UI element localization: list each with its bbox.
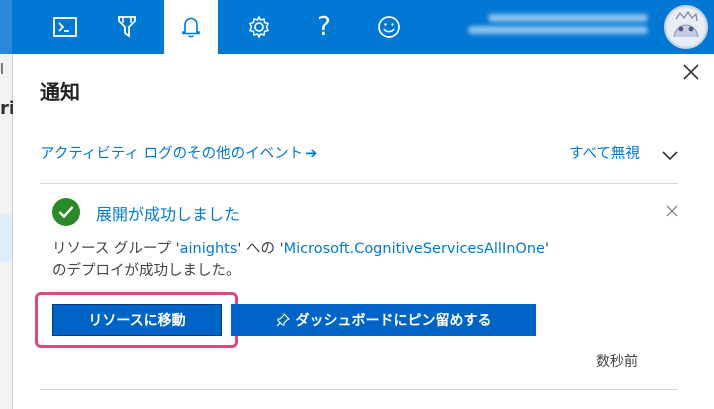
dismiss-notification-button[interactable] [666, 202, 678, 221]
feedback-button[interactable] [362, 0, 416, 54]
dismiss-all-button[interactable]: すべて無視 [569, 142, 640, 163]
background-heading: ri [0, 98, 16, 119]
go-to-resource-button[interactable]: リソースに移動 [52, 304, 222, 336]
background-text: l [0, 62, 4, 78]
background-page: l ri [0, 54, 16, 409]
arrow-right-icon: ➔ [305, 146, 318, 162]
top-bar: ? [0, 0, 714, 54]
chevron-down-icon [662, 151, 678, 161]
directory-filter-icon [118, 16, 136, 38]
expand-toggle[interactable] [662, 146, 678, 165]
bell-icon [182, 17, 200, 38]
close-panel-button[interactable] [679, 60, 703, 84]
notifications-button[interactable] [164, 0, 218, 54]
pin-icon [276, 313, 290, 327]
cloud-shell-icon [53, 17, 77, 37]
service-link[interactable]: Microsoft.CognitiveServicesAllInOne [284, 241, 545, 257]
divider [40, 389, 678, 390]
notification-item: 展開が成功しました リソース グループ 'ainights' への 'Micro… [40, 184, 678, 390]
pin-to-dashboard-label: ダッシュボードにピン留めする [295, 313, 492, 329]
message-prefix: リソース グループ ' [52, 241, 180, 257]
panel-title: 通知 [40, 80, 80, 104]
timestamp: 数秒前 [596, 354, 638, 370]
directory-filter-button[interactable] [100, 0, 154, 54]
success-badge [52, 198, 80, 226]
account-info[interactable] [468, 10, 648, 38]
help-icon: ? [317, 12, 331, 42]
activity-log-link[interactable]: アクティビティ ログのその他のイベント ➔ [40, 142, 317, 163]
smiley-icon [378, 16, 400, 38]
notifications-panel: 通知 アクティビティ ログのその他のイベント➔ すべて無視 展開が成功しました [13, 54, 714, 409]
resource-group-link[interactable]: ainights [180, 241, 238, 257]
message-suffix: ' [544, 241, 549, 257]
notification-message: リソース グループ 'ainights' への 'Microsoft.Cogni… [52, 238, 652, 282]
pin-to-dashboard-button[interactable]: ダッシュボードにピン留めする [231, 304, 536, 336]
avatar-image [667, 8, 705, 46]
message-mid: ' への ' [237, 241, 284, 257]
notification-title: 展開が成功しました [96, 205, 241, 224]
close-icon [683, 64, 699, 80]
background-selected-item[interactable] [0, 214, 12, 262]
gear-icon [248, 15, 270, 39]
message-line2: のデプロイが成功しました。 [52, 263, 241, 279]
help-button[interactable]: ? [297, 0, 351, 54]
search-box-edge[interactable] [0, 0, 12, 54]
cloud-shell-button[interactable] [38, 0, 92, 54]
close-icon [666, 205, 678, 217]
settings-button[interactable] [232, 0, 286, 54]
checkmark-icon [58, 206, 74, 219]
activity-log-link-label: アクティビティ ログのその他のイベント [40, 146, 304, 162]
avatar[interactable] [664, 5, 708, 49]
